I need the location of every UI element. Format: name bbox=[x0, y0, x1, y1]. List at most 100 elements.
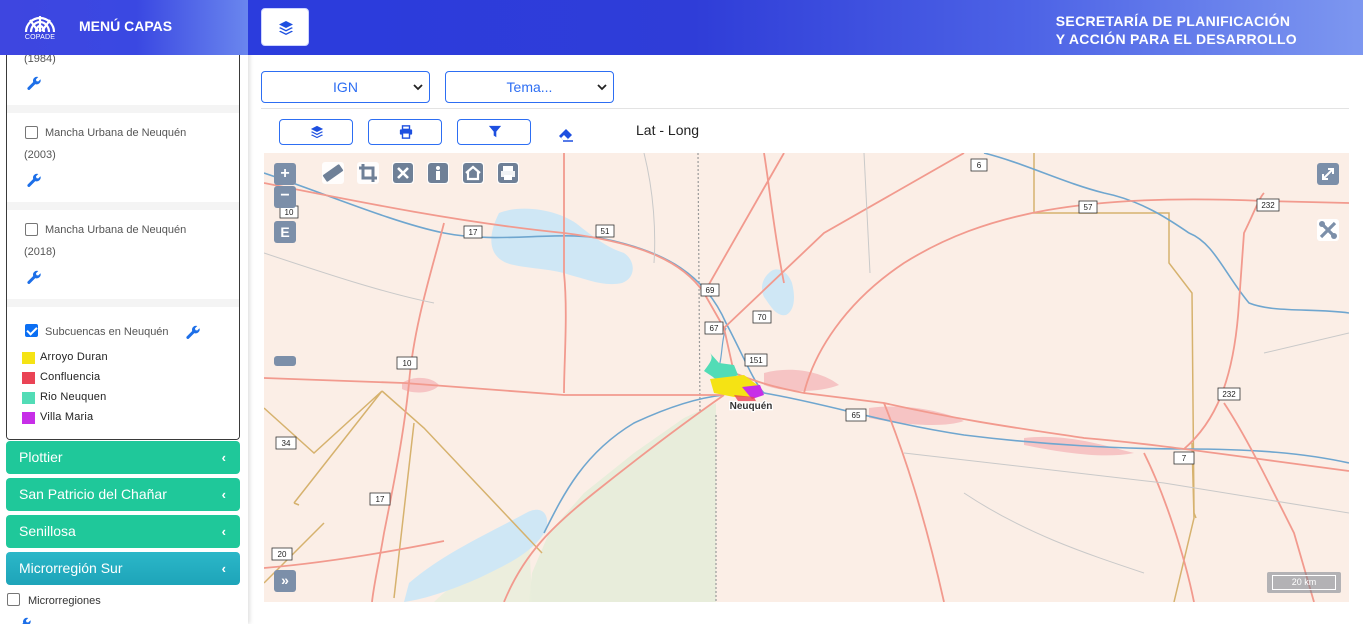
separator bbox=[7, 299, 239, 307]
accordion-label: Senillosa bbox=[19, 523, 76, 539]
print-icon bbox=[498, 163, 518, 183]
select-value: IGN bbox=[333, 79, 358, 95]
layer-item-mancha-2003: Mancha Urbana de Neuquén (2003) bbox=[7, 113, 239, 202]
route-label: 10 bbox=[403, 359, 412, 368]
legend-label: Villa Maria bbox=[40, 411, 94, 423]
filter-icon bbox=[488, 125, 502, 138]
print-button[interactable] bbox=[368, 119, 442, 145]
sidebar-header: COPADE MENÚ CAPAS bbox=[0, 0, 248, 55]
route-label: 51 bbox=[601, 227, 610, 236]
layer-year: (2003) bbox=[24, 149, 56, 161]
route-label: 70 bbox=[758, 313, 767, 322]
layer-list[interactable]: (1984) Mancha Urbana de Neuquén (2003) M… bbox=[6, 55, 240, 440]
accordion-label: San Patricio del Chañar bbox=[19, 486, 167, 502]
chevron-left-icon: ‹ bbox=[221, 561, 226, 576]
route-label: 65 bbox=[852, 411, 861, 420]
fullscreen-button[interactable] bbox=[1317, 163, 1339, 185]
layer-checkbox[interactable] bbox=[25, 223, 38, 236]
chevron-down-icon bbox=[597, 84, 607, 91]
route-shields: 6 10 17 51 57 232 69 70 67 151 10 65 232… bbox=[271, 158, 1280, 561]
divider bbox=[261, 108, 1349, 109]
accordion-plottier[interactable]: Plottier ‹ bbox=[6, 441, 240, 474]
accordion-label: Plottier bbox=[19, 449, 63, 465]
layer-checkbox[interactable] bbox=[25, 324, 38, 337]
wrench-icon[interactable] bbox=[26, 270, 42, 286]
tools-button[interactable] bbox=[1317, 219, 1339, 241]
legend-swatch bbox=[22, 412, 35, 424]
map-view[interactable]: 6 10 17 51 57 232 69 70 67 151 10 65 232… bbox=[264, 153, 1349, 602]
wrench-icon[interactable] bbox=[185, 325, 201, 341]
wrench-icon[interactable] bbox=[16, 617, 32, 624]
layer-name: Mancha Urbana de Neuquén bbox=[45, 224, 187, 236]
city-label: Neuquén bbox=[730, 401, 773, 412]
layer-item-mancha-1984: (1984) bbox=[7, 55, 239, 105]
coords-readout: Lat - Long bbox=[636, 122, 700, 138]
ruler-icon bbox=[322, 164, 344, 182]
route-label: 10 bbox=[285, 208, 294, 217]
legend-swatch bbox=[22, 392, 35, 404]
scale-bar: 20 km bbox=[1267, 572, 1341, 593]
filter-button[interactable] bbox=[457, 119, 531, 145]
legend-label: Confluencia bbox=[40, 371, 101, 383]
toggle-layers-button[interactable] bbox=[261, 8, 309, 46]
org-title-line1: SECRETARÍA DE PLANIFICACIÓN bbox=[1055, 13, 1291, 29]
wrench-icon[interactable] bbox=[26, 76, 42, 92]
separator bbox=[7, 105, 239, 113]
route-label: 67 bbox=[710, 324, 719, 333]
route-label: 34 bbox=[282, 439, 291, 448]
crop-button[interactable] bbox=[357, 162, 379, 184]
layers-sidebar: COPADE MENÚ CAPAS (1984) Mancha Urbana d… bbox=[0, 0, 248, 624]
route-label: 17 bbox=[469, 228, 478, 237]
route-label: 232 bbox=[1222, 390, 1236, 399]
layer-name: Subcuencas en Neuquén bbox=[45, 326, 169, 338]
print-icon bbox=[399, 125, 413, 139]
layer-name: Mancha Urbana de Neuquén bbox=[45, 127, 187, 139]
extent-label: E bbox=[280, 224, 290, 240]
zoom-slider-handle[interactable] bbox=[274, 356, 296, 366]
clear-button[interactable] bbox=[392, 162, 414, 184]
legend-label: Rio Neuquen bbox=[40, 391, 107, 403]
accordion-san-patricio[interactable]: San Patricio del Chañar ‹ bbox=[6, 478, 240, 511]
chevron-left-icon: ‹ bbox=[221, 450, 226, 465]
wrench-icon[interactable] bbox=[26, 173, 42, 189]
accordion-microrregion-sur[interactable]: Microrregión Sur ‹ bbox=[6, 552, 240, 585]
layer-item-mancha-2018: Mancha Urbana de Neuquén (2018) bbox=[7, 210, 239, 299]
eraser-icon[interactable] bbox=[557, 125, 575, 143]
zoom-out-label: − bbox=[280, 187, 290, 204]
org-title-line2: Y ACCIÓN PARA EL DESARROLLO bbox=[1055, 31, 1297, 47]
menu-title: MENÚ CAPAS bbox=[79, 18, 173, 34]
zoom-in-label: + bbox=[280, 165, 290, 182]
info-icon bbox=[428, 163, 448, 183]
measure-button[interactable] bbox=[322, 162, 344, 184]
accordion-senillosa[interactable]: Senillosa ‹ bbox=[6, 515, 240, 548]
microrregiones-label: Microrregiones bbox=[28, 595, 101, 607]
route-label: 232 bbox=[1261, 201, 1275, 210]
layers-icon bbox=[310, 125, 324, 139]
org-title: SECRETARÍA DE PLANIFICACIÓN Y ACCIÓN PAR… bbox=[1056, 12, 1297, 48]
expand-panel-button[interactable]: » bbox=[274, 570, 296, 592]
zoom-in-button[interactable]: + bbox=[274, 163, 296, 185]
layers-button[interactable] bbox=[279, 119, 353, 145]
expand-label: » bbox=[281, 572, 289, 588]
accordion-label: Microrregión Sur bbox=[19, 560, 123, 576]
microrregiones-checkbox[interactable] bbox=[7, 593, 20, 606]
info-button[interactable] bbox=[427, 162, 449, 184]
zoom-out-button[interactable]: − bbox=[274, 186, 296, 208]
route-label: 6 bbox=[977, 161, 982, 170]
theme-select[interactable]: Tema... bbox=[445, 71, 614, 103]
separator bbox=[7, 202, 239, 210]
layer-checkbox[interactable] bbox=[25, 126, 38, 139]
route-label: 69 bbox=[706, 286, 715, 295]
legend-swatch bbox=[22, 352, 35, 364]
home-icon bbox=[463, 163, 483, 183]
route-label: 151 bbox=[749, 356, 763, 365]
chevron-left-icon: ‹ bbox=[221, 487, 226, 502]
base-map-select[interactable]: IGN bbox=[261, 71, 430, 103]
legend-label: Arroyo Duran bbox=[40, 351, 108, 363]
select-value: Tema... bbox=[506, 79, 553, 95]
extent-button[interactable]: E bbox=[274, 221, 296, 243]
home-button[interactable] bbox=[462, 162, 484, 184]
map-print-button[interactable] bbox=[497, 162, 519, 184]
layer-year: (1984) bbox=[24, 55, 56, 65]
map-canvas[interactable]: 6 10 17 51 57 232 69 70 67 151 10 65 232… bbox=[264, 153, 1349, 602]
